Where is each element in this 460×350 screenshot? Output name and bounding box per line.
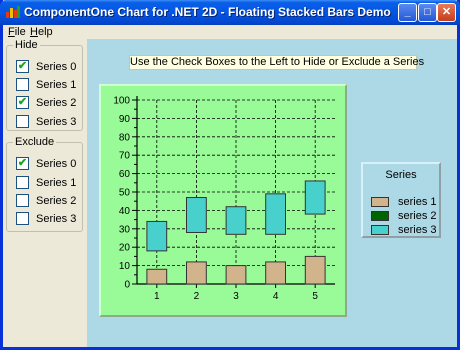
- tick-label-y: 0: [124, 280, 130, 291]
- app-logo-icon: [6, 6, 20, 18]
- instructions-banner: Use the Check Boxes to the Left to Hide …: [129, 55, 425, 70]
- tick-label-y: 80: [119, 132, 131, 143]
- exclude-series-0-checkbox[interactable]: ✔ Series 0: [16, 157, 76, 170]
- checkbox-label: Series 0: [36, 60, 77, 73]
- menu-bar: File Help: [3, 25, 457, 40]
- hide-series-2-checkbox[interactable]: ✔ Series 2: [16, 96, 76, 109]
- menu-help[interactable]: Help: [30, 26, 53, 38]
- chart-legend: Series series 1 series 2 series 3: [361, 162, 441, 238]
- tick-label-y: 40: [119, 206, 131, 217]
- checkbox-mark[interactable]: [16, 115, 29, 128]
- checkbox-mark[interactable]: [16, 78, 29, 91]
- legend-label: series 1: [398, 195, 437, 208]
- legend-label: series 2: [398, 209, 437, 222]
- tick-label-y: 60: [119, 169, 131, 180]
- exclude-series-2-checkbox[interactable]: Series 2: [16, 194, 76, 207]
- bar-series-1: [265, 261, 286, 285]
- tick-label-x: 5: [312, 291, 318, 302]
- chart-area[interactable]: 0 10 20 30 40 50 60 70 80 90 100 1 2 3 4 5: [99, 84, 347, 317]
- tick-label-x: 2: [194, 291, 200, 302]
- tick-label-y: 20: [119, 243, 131, 254]
- maximize-button[interactable]: □: [418, 3, 437, 22]
- menu-file-rest: ile: [14, 26, 26, 38]
- tick-label-y: 70: [119, 151, 131, 162]
- bar-series-3: [146, 220, 168, 252]
- legend-item-series-2: series 2: [371, 209, 437, 222]
- hide-group-title: Hide: [13, 39, 40, 51]
- hide-series-0-checkbox[interactable]: ✔ Series 0: [16, 60, 76, 73]
- app-window: ComponentOne Chart for .NET 2D - Floatin…: [0, 0, 460, 350]
- hide-groupbox: Hide ✔ Series 0 Series 1 ✔ Series 2 Seri…: [6, 39, 83, 131]
- checkbox-label: Series 3: [36, 115, 77, 128]
- checkbox-mark[interactable]: ✔: [16, 157, 29, 170]
- bar-series-3: [225, 206, 247, 235]
- menu-help-rest: elp: [37, 26, 53, 38]
- checkbox-label: Series 1: [36, 78, 77, 91]
- bar-series-3: [265, 193, 286, 235]
- legend-swatch: [371, 224, 389, 235]
- legend-label: series 3: [398, 223, 437, 236]
- bar-series-3: [304, 180, 326, 215]
- checkbox-mark[interactable]: [16, 212, 29, 225]
- tick-label-y: 100: [113, 96, 130, 107]
- legend-swatch: [371, 196, 389, 207]
- hide-series-3-checkbox[interactable]: Series 3: [16, 115, 76, 128]
- menu-help-accel: H: [30, 26, 38, 38]
- bar-series-3: [186, 197, 207, 233]
- checkbox-mark[interactable]: ✔: [16, 60, 29, 73]
- exclude-series-1-checkbox[interactable]: Series 1: [16, 176, 76, 189]
- bar-series-1: [225, 265, 247, 285]
- tick-label-x: 3: [233, 291, 239, 302]
- title-bar[interactable]: ComponentOne Chart for .NET 2D - Floatin…: [0, 0, 460, 25]
- bar-series-1: [304, 255, 326, 285]
- checkbox-label: Series 2: [36, 96, 77, 109]
- legend-swatch: [371, 210, 389, 221]
- tick-label-x: 1: [154, 291, 160, 302]
- checkbox-label: Series 1: [36, 176, 77, 189]
- checkbox-mark[interactable]: [16, 176, 29, 189]
- menu-file-accel: F: [8, 26, 15, 38]
- floating-stacked-bar-chart: 0 10 20 30 40 50 60 70 80 90 100 1 2 3 4 5: [113, 96, 335, 302]
- checkbox-label: Series 3: [36, 212, 77, 225]
- checkbox-mark[interactable]: ✔: [16, 96, 29, 109]
- tick-label-y: 10: [119, 261, 131, 272]
- tick-label-x: 4: [273, 291, 279, 302]
- minimize-button[interactable]: _: [398, 3, 417, 22]
- exclude-groupbox: Exclude ✔ Series 0 Series 1 Series 2 Ser…: [6, 136, 83, 232]
- menu-file[interactable]: File: [8, 26, 26, 38]
- exclude-group-title: Exclude: [13, 136, 57, 148]
- bar-series-1: [146, 268, 168, 285]
- tick-label-y: 30: [119, 224, 131, 235]
- checkbox-mark[interactable]: [16, 194, 29, 207]
- legend-item-series-1: series 1: [371, 195, 437, 208]
- exclude-series-3-checkbox[interactable]: Series 3: [16, 212, 76, 225]
- checkbox-label: Series 2: [36, 194, 77, 207]
- legend-item-series-3: series 3: [371, 223, 437, 236]
- tick-label-y: 90: [119, 114, 131, 125]
- hide-series-1-checkbox[interactable]: Series 1: [16, 78, 76, 91]
- window-title: ComponentOne Chart for .NET 2D - Floatin…: [24, 5, 391, 19]
- checkbox-label: Series 0: [36, 157, 77, 170]
- legend-title: Series: [385, 169, 417, 181]
- tick-label-y: 50: [119, 188, 131, 199]
- close-button[interactable]: ✕: [437, 3, 456, 22]
- bar-series-1: [186, 261, 207, 285]
- chart-panel: Use the Check Boxes to the Left to Hide …: [87, 39, 457, 347]
